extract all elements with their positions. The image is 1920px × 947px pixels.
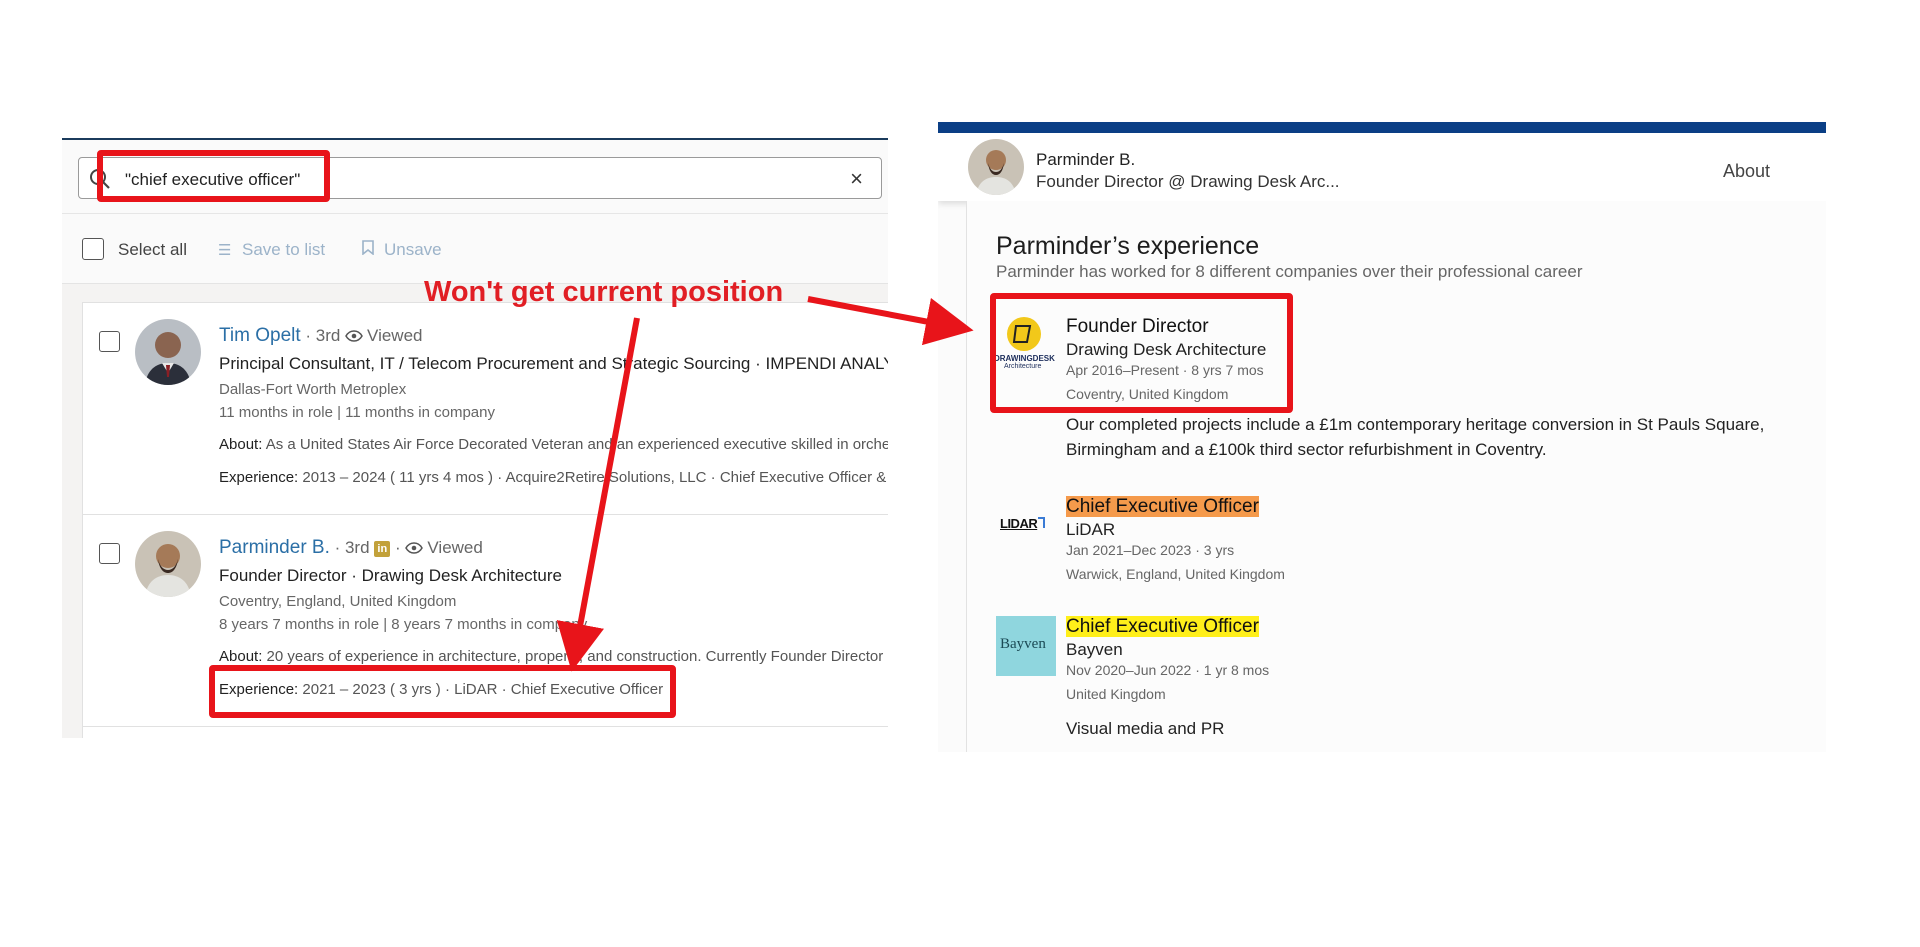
experience-label: Experience:: [219, 681, 299, 698]
profile-top-accent-bar: [938, 122, 1826, 133]
experience-role: Founder Director: [1066, 316, 1209, 337]
select-all-checkbox[interactable]: [82, 238, 104, 260]
result-title: Founder Director · Drawing Desk Architec…: [219, 566, 562, 585]
result-checkbox[interactable]: [99, 543, 120, 564]
experience-text: 2013 – 2024 ( 11 yrs 4 mos ) · Acquire2R…: [298, 469, 888, 486]
profile-headline: Founder Director @ Drawing Desk Arc...: [1036, 172, 1340, 191]
connection-degree: · 3rd: [329, 538, 375, 557]
unsave-label: Unsave: [384, 240, 442, 259]
experience-label: Experience:: [219, 469, 299, 486]
logo-text: Bayven: [1000, 636, 1046, 652]
viewed-label: Viewed: [367, 326, 423, 345]
result-name-line: Parminder B. · 3rd in · Viewed: [219, 537, 483, 559]
result-experience: Experience: 2013 – 2024 ( 11 yrs 4 mos )…: [219, 469, 888, 486]
connection-degree: · 3rd: [300, 326, 346, 345]
experience-subtitle: Parminder has worked for 8 different com…: [996, 262, 1583, 281]
viewed-indicator: Viewed: [405, 538, 483, 557]
search-query-text[interactable]: "chief executive officer": [125, 170, 300, 190]
experience-location: Coventry, United Kingdom: [1066, 386, 1229, 402]
annotation-callout: Won't get current position: [424, 276, 784, 308]
experience-description: Visual media and PR: [1066, 719, 1225, 738]
search-icon: [90, 169, 110, 189]
experience-role: Chief Executive Officer: [1066, 616, 1259, 638]
unsave-button[interactable]: Unsave: [362, 240, 442, 260]
logo-subtext: Architecture: [1004, 363, 1042, 370]
result-about: About: As a United States Air Force Deco…: [219, 436, 888, 453]
highlighted-role: Chief Executive Officer: [1066, 616, 1259, 637]
result-list: Tim Opelt · 3rd Viewed Principal Consult…: [82, 302, 888, 738]
experience-dates: Nov 2020–Jun 2022 · 1 yr 8 mos: [1066, 662, 1270, 678]
avatar[interactable]: [135, 319, 201, 385]
about-text: 20 years of experience in architecture, …: [262, 648, 888, 665]
about-label: About:: [219, 436, 263, 453]
experience-company[interactable]: LiDAR: [1066, 520, 1115, 540]
experience-description: Our completed projects include a £1m con…: [1066, 415, 1765, 459]
search-results-panel: "chief executive officer" × Select all ☰…: [62, 138, 888, 738]
result-name-line: Tim Opelt · 3rd Viewed: [219, 325, 423, 347]
list-icon: ☰: [218, 242, 232, 259]
list-item: Tim Opelt · 3rd Viewed Principal Consult…: [83, 303, 888, 515]
bulk-actions-bar: Select all ☰ Save to list Unsave: [62, 214, 888, 284]
drawing-desk-logo: DRAWINGDESK Architecture: [994, 316, 1056, 376]
eye-icon: [405, 542, 424, 554]
clear-search-icon[interactable]: ×: [850, 166, 863, 192]
experience-dates: Apr 2016–Present · 8 yrs 7 mos: [1066, 362, 1264, 378]
logo-text: DRAWINGDESK: [994, 354, 1055, 363]
tab-about[interactable]: About: [1723, 161, 1770, 182]
save-to-list-button[interactable]: ☰ Save to list: [218, 240, 325, 260]
avatar[interactable]: [135, 531, 201, 597]
about-text: As a United States Air Force Decorated V…: [262, 436, 888, 453]
experience-company[interactable]: Bayven: [1066, 640, 1123, 660]
search-input[interactable]: "chief executive officer" ×: [78, 157, 882, 199]
search-area: "chief executive officer" ×: [62, 140, 888, 214]
linkedin-icon: in: [374, 541, 391, 557]
experience-location: United Kingdom: [1066, 686, 1166, 702]
viewed-indicator: Viewed: [345, 326, 423, 345]
save-to-list-label: Save to list: [242, 240, 326, 259]
about-label: About:: [219, 648, 263, 665]
eye-icon: [345, 330, 363, 342]
viewed-label: Viewed: [427, 538, 483, 557]
list-item: Parminder B. · 3rd in · Viewed Founder D…: [83, 515, 888, 727]
result-tenure: 8 years 7 months in role | 8 years 7 mon…: [219, 616, 588, 633]
result-name-link[interactable]: Parminder B.: [219, 537, 330, 558]
select-all-label[interactable]: Select all: [118, 240, 187, 260]
result-tenure: 11 months in role | 11 months in company: [219, 404, 495, 421]
avatar: [968, 139, 1024, 195]
experience-title: Parminder’s experience: [996, 232, 1260, 260]
experience-company[interactable]: Drawing Desk Architecture: [1066, 340, 1266, 360]
bookmark-icon: [362, 240, 376, 259]
highlighted-role: Chief Executive Officer: [1066, 496, 1259, 517]
result-name-link[interactable]: Tim Opelt: [219, 325, 301, 346]
profile-name: Parminder B.: [1036, 150, 1136, 169]
result-checkbox[interactable]: [99, 331, 120, 352]
experience-location: Warwick, England, United Kingdom: [1066, 566, 1285, 582]
result-location: Dallas-Fort Worth Metroplex: [219, 381, 407, 398]
experience-dates: Jan 2021–Dec 2023 · 3 yrs: [1066, 542, 1235, 558]
result-title: Principal Consultant, IT / Telecom Procu…: [219, 354, 888, 373]
separator: ·: [390, 538, 406, 557]
lidar-logo: LIDAR: [996, 496, 1056, 556]
result-experience: Experience: 2021 – 2023 ( 3 yrs ) · LiDA…: [219, 681, 663, 698]
experience-role: Chief Executive Officer: [1066, 496, 1259, 518]
experience-text: 2021 – 2023 ( 3 yrs ) · LiDAR · Chief Ex…: [298, 681, 664, 698]
result-location: Coventry, England, United Kingdom: [219, 593, 457, 610]
profile-header: Parminder B. Founder Director @ Drawing …: [938, 133, 1826, 201]
bayven-logo: Bayven: [996, 616, 1056, 676]
result-about: About: 20 years of experience in archite…: [219, 648, 888, 665]
